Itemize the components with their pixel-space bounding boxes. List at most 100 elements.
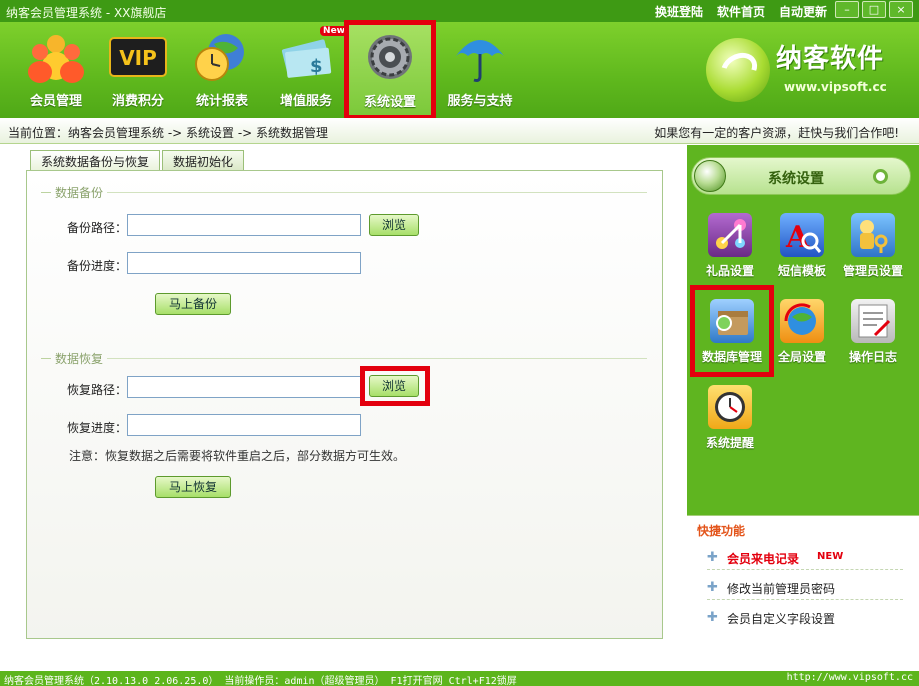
sidebar-item-admin[interactable]: 管理员设置 bbox=[837, 213, 909, 279]
quick-title: 快捷功能 bbox=[697, 524, 746, 538]
restore-path-label: 恢复路径： bbox=[67, 383, 128, 397]
backup-section-divider bbox=[107, 192, 647, 193]
toolbar-service-support[interactable]: 服务与支持 bbox=[438, 30, 522, 112]
backup-restore-panel: 数据备份 备份路径： 浏览 备份进度： 马上备份 数据恢复 恢复路径： 浏览 恢… bbox=[26, 170, 663, 639]
new-badge: NEW bbox=[817, 551, 844, 562]
toolbar-system-settings[interactable]: 系统设置 bbox=[344, 20, 436, 120]
orb-icon bbox=[694, 160, 726, 192]
toolbar-consume-points[interactable]: VIP 消费积分 bbox=[96, 30, 180, 112]
gear-icon bbox=[360, 31, 420, 85]
promo-text[interactable]: 如果您有一定的客户资源，赶快与我们合作吧! bbox=[654, 124, 899, 141]
toolbar-system-settings-label: 系统设置 bbox=[363, 95, 416, 110]
minimize-button[interactable]: – bbox=[835, 1, 859, 18]
umbrella-icon bbox=[450, 30, 510, 84]
sidebar-item-label: 全局设置 bbox=[777, 350, 826, 364]
toolbar-reports-label: 统计报表 bbox=[195, 94, 248, 109]
restore-now-button[interactable]: 马上恢复 bbox=[155, 476, 231, 498]
sidebar-title: 系统设置 bbox=[768, 171, 824, 187]
title-bar: 纳客会员管理系统 - XX旗舰店 换班登陆 软件首页 自动更新 – □ × bbox=[0, 0, 919, 22]
sidebar-item-label: 管理员设置 bbox=[842, 264, 903, 278]
toolbar-value-added-label: 增值服务 bbox=[279, 94, 332, 109]
quick-item-call-records[interactable]: ✚ 会员来电记录 NEW bbox=[707, 546, 903, 570]
tab-strip: 系统数据备份与恢复 数据初始化 bbox=[30, 150, 245, 170]
backup-progress-label: 备份进度： bbox=[67, 259, 128, 273]
restore-section-divider bbox=[107, 358, 647, 359]
backup-progress-field bbox=[127, 252, 361, 274]
restore-note: 注意：恢复数据之后需要将软件重启之后，部分数据方可生效。 bbox=[69, 449, 406, 463]
ring-icon bbox=[873, 169, 888, 184]
restore-progress-label: 恢复进度： bbox=[67, 421, 128, 435]
sidebar-header: 系统设置 bbox=[691, 157, 911, 195]
breadcrumb: 当前位置：纳客会员管理系统 -> 系统设置 -> 系统数据管理 bbox=[8, 126, 329, 140]
toolbar-reports[interactable]: 统计报表 bbox=[180, 30, 264, 112]
backup-path-label: 备份路径： bbox=[67, 221, 128, 235]
backup-path-field[interactable] bbox=[127, 214, 361, 236]
admin-key-icon bbox=[851, 213, 895, 257]
window-controls: – □ × bbox=[835, 1, 913, 18]
sidebar-item-label: 礼品设置 bbox=[705, 264, 754, 278]
toolbar-members[interactable]: 会员管理 bbox=[14, 30, 98, 112]
software-home-link[interactable]: 软件首页 bbox=[717, 3, 765, 20]
backup-section-title: 数据备份 bbox=[41, 184, 103, 201]
brand-url: www.vipsoft.cc bbox=[784, 80, 887, 94]
title-links: 换班登陆 软件首页 自动更新 bbox=[655, 3, 827, 20]
sidebar-item-label: 数据库管理 bbox=[701, 350, 762, 364]
sidebar-item-gift[interactable]: 礼品设置 bbox=[697, 213, 763, 279]
quick-item-label: 会员自定义字段设置 bbox=[727, 612, 836, 626]
sms-template-icon: A bbox=[780, 213, 824, 257]
restore-browse-button[interactable]: 浏览 bbox=[369, 375, 419, 397]
quick-item-change-password[interactable]: ✚ 修改当前管理员密码 bbox=[707, 576, 903, 600]
gift-icon bbox=[708, 213, 752, 257]
vip-card-icon: VIP bbox=[108, 30, 168, 84]
close-button[interactable]: × bbox=[889, 1, 913, 18]
plus-icon: ✚ bbox=[707, 610, 718, 625]
log-icon bbox=[851, 299, 895, 343]
toolbar-consume-points-label: 消费积分 bbox=[111, 94, 164, 109]
brand-logo-icon bbox=[706, 38, 770, 102]
status-text: 纳客会员管理系统（2.10.13.0_2.06.25.0） 当前操作员：admi… bbox=[4, 676, 517, 686]
maximize-button[interactable]: □ bbox=[862, 1, 886, 18]
sidebar-item-label: 操作日志 bbox=[848, 350, 897, 364]
quick-item-label: 会员来电记录 bbox=[727, 552, 800, 566]
restore-path-field[interactable] bbox=[127, 376, 361, 398]
sidebar-item-global-settings[interactable]: 全局设置 bbox=[769, 299, 835, 365]
brand-name: 纳客软件 bbox=[776, 44, 885, 74]
toolbar-value-added[interactable]: $ New 增值服务 bbox=[264, 26, 348, 112]
members-icon bbox=[26, 30, 86, 84]
global-settings-icon bbox=[780, 299, 824, 343]
sidebar-item-label: 系统提醒 bbox=[705, 436, 754, 450]
svg-text:A: A bbox=[785, 220, 810, 255]
quick-functions: 快捷功能 ✚ 会员来电记录 NEW ✚ 修改当前管理员密码 ✚ 会员自定义字段设… bbox=[687, 515, 919, 671]
restore-section-title: 数据恢复 bbox=[41, 350, 103, 367]
auto-update-link[interactable]: 自动更新 bbox=[779, 3, 827, 20]
main-content: 系统数据备份与恢复 数据初始化 数据备份 备份路径： 浏览 备份进度： 马上备份… bbox=[0, 145, 686, 671]
svg-text:$: $ bbox=[310, 56, 323, 77]
sidebar-item-database[interactable]: 数据库管理 bbox=[699, 299, 765, 365]
svg-text:VIP: VIP bbox=[119, 46, 157, 70]
database-icon bbox=[710, 299, 754, 343]
main-toolbar: 会员管理 VIP 消费积分 统计报表 $ New 增值服务 系统设置 服务与支持… bbox=[0, 20, 919, 120]
quick-item-label: 修改当前管理员密码 bbox=[727, 582, 836, 596]
tab-data-init[interactable]: 数据初始化 bbox=[162, 150, 245, 170]
window-title: 纳客会员管理系统 - XX旗舰店 bbox=[6, 6, 167, 20]
sidebar-item-reminder[interactable]: 系统提醒 bbox=[697, 385, 763, 451]
switch-shift-login-link[interactable]: 换班登陆 bbox=[655, 3, 703, 20]
toolbar-service-support-label: 服务与支持 bbox=[447, 94, 513, 109]
status-bar: 纳客会员管理系统（2.10.13.0_2.06.25.0） 当前操作员：admi… bbox=[0, 671, 919, 686]
reminder-clock-icon bbox=[708, 385, 752, 429]
toolbar-members-label: 会员管理 bbox=[29, 94, 82, 109]
clock-globe-icon bbox=[192, 30, 252, 84]
plus-icon: ✚ bbox=[707, 550, 718, 565]
sidebar-item-operation-log[interactable]: 操作日志 bbox=[837, 299, 909, 365]
tab-backup-restore[interactable]: 系统数据备份与恢复 bbox=[30, 150, 161, 170]
backup-now-button[interactable]: 马上备份 bbox=[155, 293, 231, 315]
quick-item-custom-fields[interactable]: ✚ 会员自定义字段设置 bbox=[707, 606, 903, 630]
sidebar-item-sms-template[interactable]: A 短信模板 bbox=[769, 213, 835, 279]
backup-browse-button[interactable]: 浏览 bbox=[369, 214, 419, 236]
sidebar-item-label: 短信模板 bbox=[777, 264, 826, 278]
money-icon: $ New bbox=[276, 26, 348, 84]
plus-icon: ✚ bbox=[707, 580, 718, 595]
status-website[interactable]: http://www.vipsoft.cc bbox=[787, 672, 913, 683]
restore-progress-field bbox=[127, 414, 361, 436]
brand: 纳客软件 www.vipsoft.cc bbox=[706, 34, 906, 106]
